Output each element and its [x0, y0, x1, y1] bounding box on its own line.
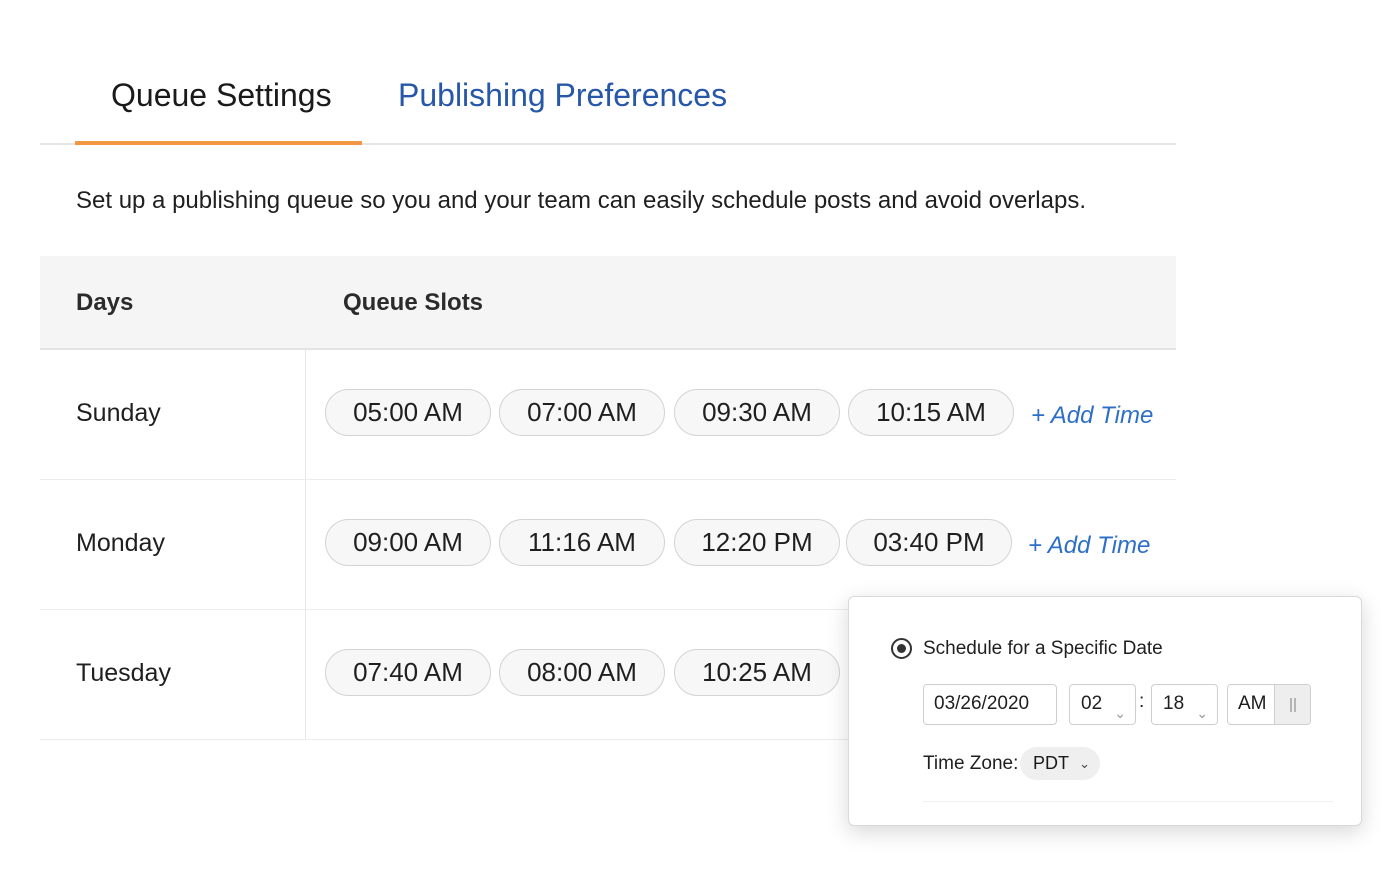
timezone-select[interactable]: PDT ⌄ — [1020, 747, 1100, 780]
chevron-down-icon: ⌄ — [1079, 756, 1090, 771]
column-header-days: Days — [76, 289, 134, 316]
toggle-handle-icon[interactable] — [1274, 685, 1310, 724]
time-slot[interactable]: 12:20 PM — [674, 519, 840, 566]
table-header: Days Queue Slots — [40, 256, 1176, 350]
time-separator: : — [1139, 691, 1145, 712]
time-slot[interactable]: 08:00 AM — [499, 649, 665, 696]
time-slot[interactable]: 07:40 AM — [325, 649, 491, 696]
hour-value: 02 — [1081, 693, 1103, 714]
chevron-down-icon: ⌄ — [1196, 705, 1208, 721]
time-slot[interactable]: 11:16 AM — [499, 519, 665, 566]
time-slot[interactable]: 10:25 AM — [674, 649, 840, 696]
add-time-link[interactable]: + Add Time — [1028, 532, 1150, 560]
time-slot[interactable]: 03:40 PM — [846, 519, 1012, 566]
time-slot[interactable]: 10:15 AM — [848, 389, 1014, 436]
day-label: Tuesday — [76, 659, 171, 687]
day-label: Monday — [76, 529, 165, 557]
active-tab-indicator — [75, 141, 362, 145]
date-input[interactable]: 03/26/2020 — [923, 684, 1057, 725]
day-label: Sunday — [76, 399, 161, 427]
schedule-popup: Schedule for a Specific Date 03/26/2020 … — [848, 596, 1362, 826]
time-slot[interactable]: 09:00 AM — [325, 519, 491, 566]
divider — [923, 801, 1333, 802]
minute-select[interactable]: 18 ⌄ — [1151, 684, 1218, 725]
am-pm-toggle[interactable]: AM — [1227, 684, 1311, 725]
table-row-sunday: Sunday 05:00 AM 07:00 AM 09:30 AM 10:15 … — [40, 350, 1176, 480]
column-header-queue-slots: Queue Slots — [343, 289, 484, 316]
timezone-label: Time Zone: — [923, 753, 1019, 774]
specific-date-label: Schedule for a Specific Date — [923, 638, 1163, 659]
minute-value: 18 — [1163, 693, 1185, 714]
hour-select[interactable]: 02 ⌄ — [1069, 684, 1136, 725]
time-slot[interactable]: 07:00 AM — [499, 389, 665, 436]
specific-date-radio[interactable] — [891, 638, 912, 659]
am-pm-label: AM — [1238, 693, 1267, 714]
timezone-value: PDT — [1033, 753, 1069, 773]
tab-queue-settings[interactable]: Queue Settings — [111, 76, 332, 114]
tab-publishing-preferences[interactable]: Publishing Preferences — [398, 76, 727, 114]
time-slot[interactable]: 09:30 AM — [674, 389, 840, 436]
page-description: Set up a publishing queue so you and you… — [76, 187, 1086, 214]
time-slot[interactable]: 05:00 AM — [325, 389, 491, 436]
tab-bar: Queue Settings Publishing Preferences — [40, 40, 1176, 145]
chevron-down-icon: ⌄ — [1114, 705, 1126, 721]
add-time-link[interactable]: + Add Time — [1031, 402, 1153, 430]
table-row-monday: Monday 09:00 AM 11:16 AM 12:20 PM 03:40 … — [40, 480, 1176, 610]
